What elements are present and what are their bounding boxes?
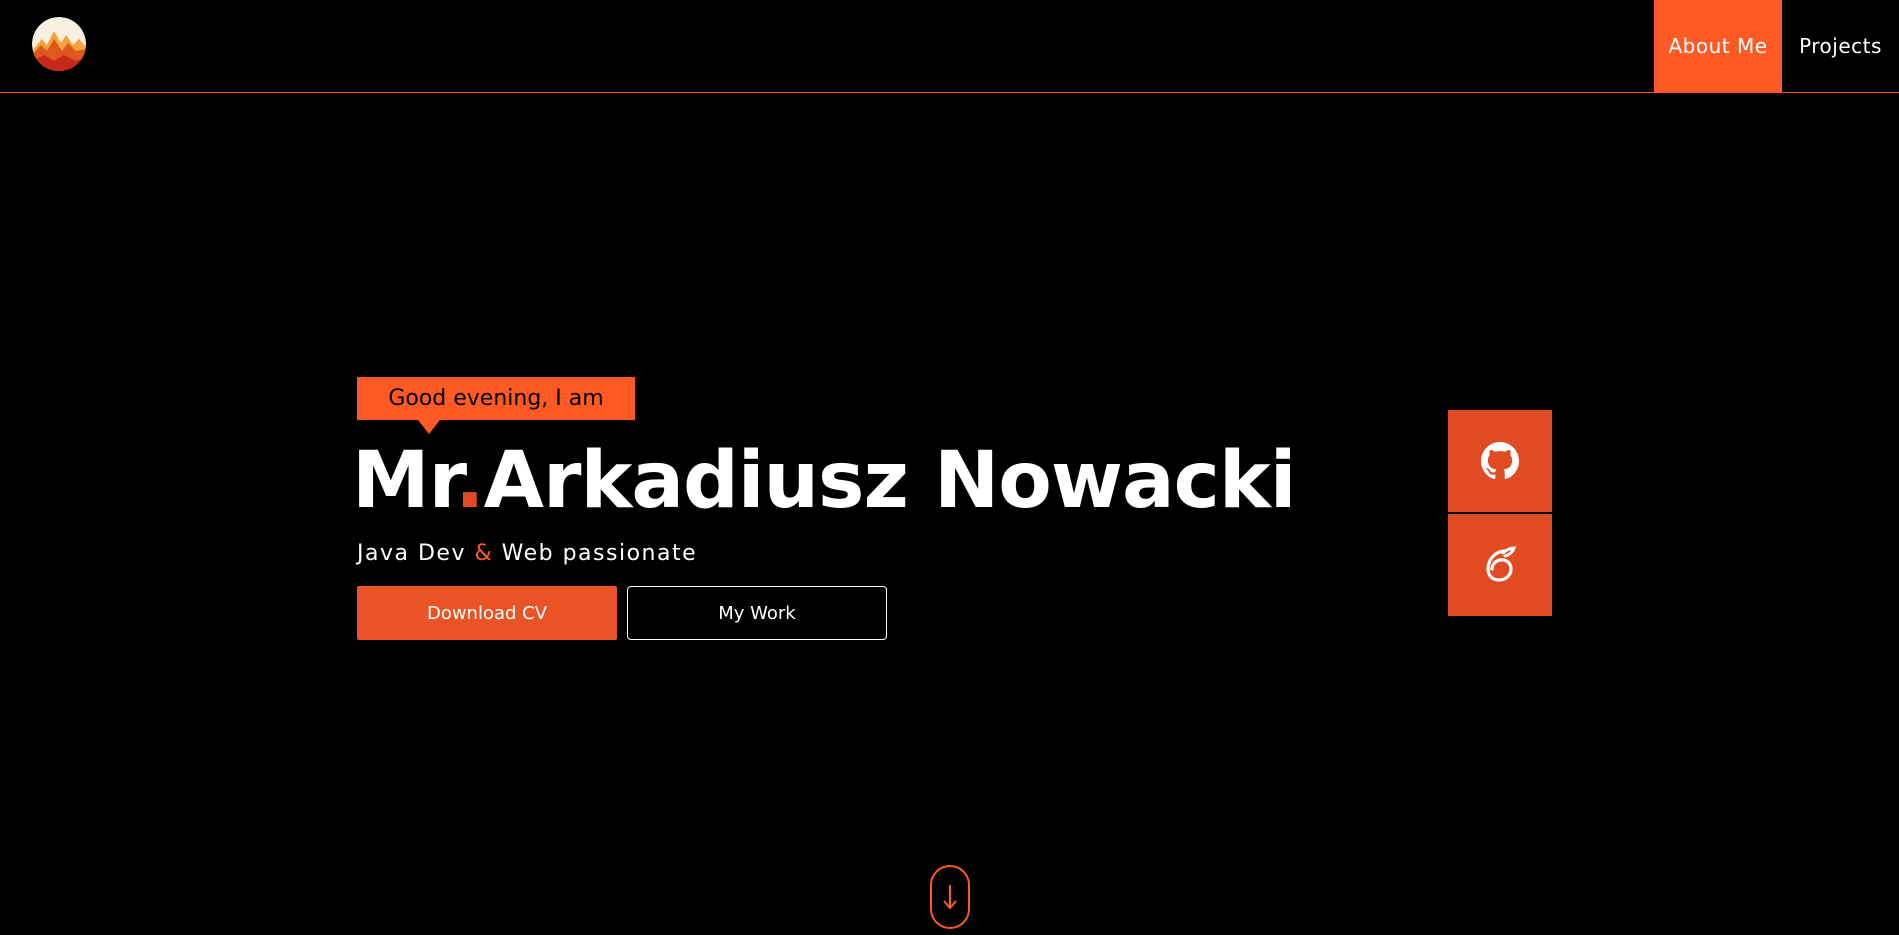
tagline-web: Web passionate [501, 541, 698, 566]
hero-name: Mr.Arkadiusz Nowacki [352, 436, 1297, 526]
nav-projects[interactable]: Projects [1782, 0, 1899, 92]
my-work-button[interactable]: My Work [627, 586, 887, 640]
mountain-logo-icon [32, 17, 86, 71]
download-cv-label: Download CV [426, 602, 548, 624]
tagline-java: Java Dev [357, 541, 466, 566]
github-link[interactable] [1448, 410, 1552, 512]
cv-profile-link[interactable] [1448, 514, 1552, 616]
name-main: Arkadiusz Nowacki [483, 436, 1297, 526]
nav-links: About Me Projects [1654, 0, 1899, 92]
arrow-down-icon [943, 885, 957, 910]
greeting-badge: Good evening, I am [357, 377, 635, 420]
tagline-ampersand: & [474, 541, 494, 566]
download-cv-button[interactable]: Download CV [357, 586, 617, 640]
scroll-down-button[interactable] [930, 865, 970, 929]
greeting-badge-tail [418, 420, 440, 434]
nav-about-me[interactable]: About Me [1654, 0, 1782, 92]
hero-tagline: Java Dev & Web passionate [357, 541, 697, 566]
name-prefix: Mr [352, 436, 456, 526]
name-dot: . [454, 436, 485, 526]
my-work-label: My Work [718, 602, 796, 624]
logo[interactable] [32, 17, 86, 71]
greeting-text: Good evening, I am [388, 386, 604, 411]
navbar: About Me Projects [0, 0, 1899, 93]
cv-leaf-icon [1486, 546, 1517, 582]
github-icon [1481, 442, 1519, 480]
